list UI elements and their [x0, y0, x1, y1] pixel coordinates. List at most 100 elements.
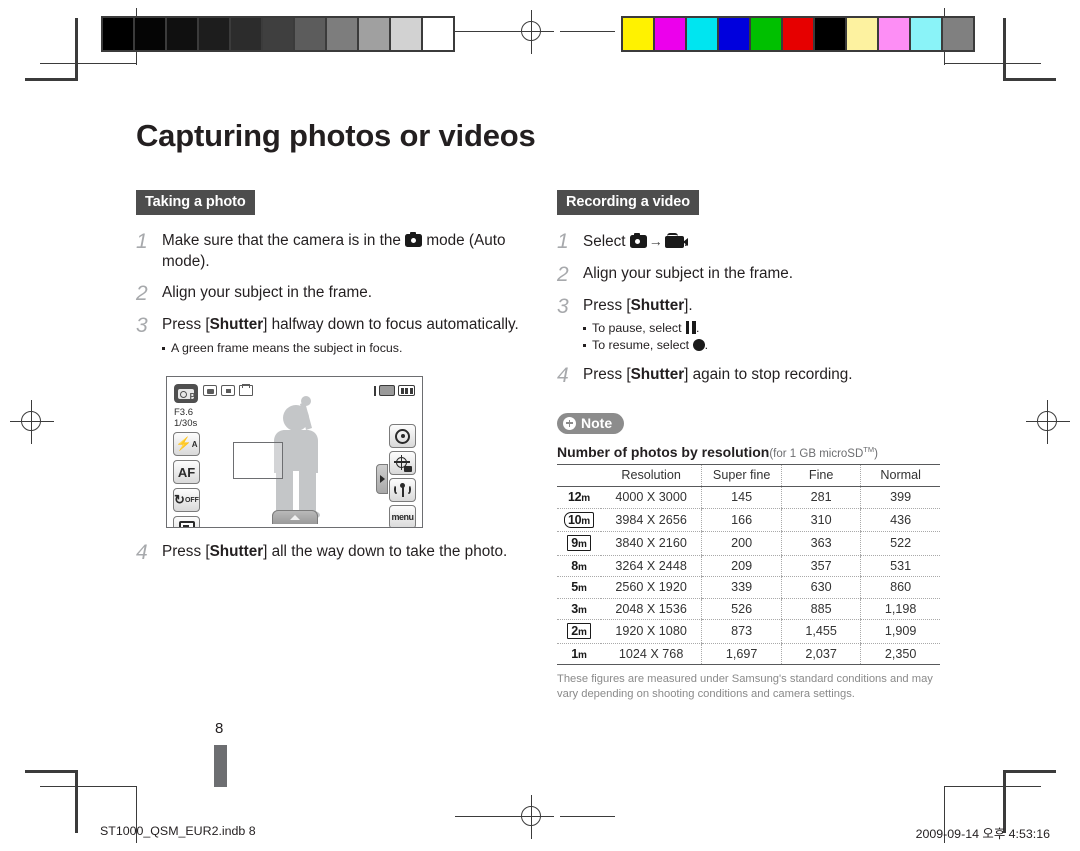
column-header-icon [557, 463, 601, 487]
sub-bullet-item: A green frame means the subject in focus… [162, 340, 521, 357]
footer-timestamp: 2009-09-14 오후 4:53:16 [915, 827, 1050, 841]
dial-button[interactable] [389, 424, 416, 448]
normal-count: 1,198 [860, 598, 940, 620]
step-number: 3 [136, 314, 148, 337]
focus-area-button[interactable] [389, 451, 416, 475]
shutter-speed-value: 1/30s [174, 418, 198, 429]
crop-mark-top-left-horizontal [25, 78, 78, 81]
table-row: 2m 1920 X 1080 873 1,455 1,909 [557, 619, 940, 644]
crop-mark-bottom-right-horizontal [1003, 770, 1056, 773]
table-row: 5m 2560 X 1920 339 630 860 [557, 576, 940, 599]
focus-icon [393, 454, 412, 472]
super-fine-count: 166 [701, 508, 782, 532]
grayscale-calibration-strip [101, 16, 455, 52]
step-text: Align your subject in the frame. [162, 284, 373, 301]
step-number: 1 [136, 230, 148, 253]
calibration-patch [911, 18, 943, 50]
registration-target-bottom [510, 795, 554, 839]
calibration-patch [135, 18, 167, 50]
resolution-icon-cell: 1m [557, 643, 601, 665]
registration-target-right [1026, 400, 1070, 444]
camcorder-icon [664, 233, 688, 248]
battery-icon [398, 385, 415, 396]
step-item: 3 Press [Shutter]. To pause, select . To… [557, 296, 942, 355]
step-text-prefix: Press [ [583, 296, 631, 314]
column-header-normal: Normal [860, 463, 940, 487]
trademark-mark: TM [863, 444, 875, 454]
table-row: 9m 3840 X 2160 200 363 522 [557, 531, 940, 556]
sub-bullet-item: To resume, select . [583, 337, 942, 354]
normal-count: 399 [860, 486, 940, 509]
camera-program-mode-icon: P [174, 384, 198, 403]
bullet-text-before: To resume, select [592, 338, 690, 352]
calibration-patch [295, 18, 327, 50]
step-text-after: ] halfway down to focus automatically. [263, 316, 519, 333]
resolution-icon-cell: 2m [557, 619, 601, 644]
table-row: 1m 1024 X 768 1,697 2,037 2,350 [557, 643, 940, 665]
super-fine-count: 873 [701, 619, 782, 644]
footer-filename: ST1000_QSM_EUR2.indb 8 [100, 824, 256, 838]
note-badge-label: Note [581, 415, 613, 431]
table-header-row: Resolution Super fine Fine Normal [557, 463, 940, 487]
step-number: 2 [136, 282, 148, 305]
dial-icon [395, 428, 410, 444]
record-dot-icon [692, 339, 705, 351]
resolution-value: 2560 X 1920 [600, 576, 702, 599]
page-title: Capturing photos or videos [136, 118, 536, 153]
fine-count: 2,037 [780, 643, 861, 665]
resolution-megapixel-icon: 1m [571, 646, 587, 661]
table-header: Resolution Super fine Fine Normal [557, 463, 940, 487]
resolution-megapixel-icon: 2m [567, 623, 591, 639]
calibration-patch [751, 18, 783, 50]
flash-button[interactable]: ⚡ A [173, 432, 200, 456]
step-text: Make sure that the camera is in the mode… [162, 231, 521, 272]
crop-mark-bottom-left-horizontal [25, 770, 78, 773]
sub-bullet-list: To pause, select . To resume, select . [583, 320, 942, 354]
crop-mark-bottom-right-inner-h [944, 786, 1041, 788]
resolution-megapixel-icon: 12m [567, 490, 590, 504]
column-header-super-fine: Super fine [701, 463, 782, 487]
super-fine-count: 526 [701, 598, 782, 620]
resolution-icon-cell: 10m [557, 508, 601, 532]
lcd-right-button-group: menu [389, 424, 416, 527]
panel-expand-tab[interactable] [376, 464, 388, 494]
display-button[interactable] [173, 516, 200, 527]
step-number: 4 [557, 364, 569, 387]
camera-icon [629, 232, 647, 248]
step-item: 4 Press [Shutter] again to stop recordin… [557, 365, 942, 386]
calibration-patch [943, 18, 973, 50]
table-body: 12m 4000 X 3000 145 281 399 10m 3984 X 2656 166… [557, 486, 940, 665]
section-header-recording-a-video: Recording a video [557, 190, 699, 215]
table-row: 8m 3264 X 2448 209 357 531 [557, 555, 940, 577]
step-text-before: Make sure that the camera is in the [162, 232, 401, 249]
bottom-expand-tab[interactable] [271, 510, 318, 524]
exposure-readout: F3.6 1/30s [174, 407, 197, 429]
crop-mark-top-right-vertical [1003, 18, 1006, 81]
timer-button[interactable]: ↻ OFF [173, 488, 200, 512]
registration-line-top-left [455, 31, 510, 33]
caption-sub-after: ) [874, 447, 878, 460]
resolution-icon-cell: 5m [557, 576, 601, 599]
step-number: 2 [557, 262, 569, 286]
calibration-patch [391, 18, 423, 50]
resolution-table: Resolution Super fine Fine Normal 12m 400… [557, 463, 940, 666]
calibration-patch [359, 18, 391, 50]
signal-button[interactable] [389, 478, 416, 502]
normal-count: 522 [860, 531, 940, 556]
taking-a-photo-steps: 1 Make sure that the camera is in the mo… [136, 231, 521, 357]
calibration-patch [423, 18, 453, 50]
step-text-prefix: Press [ [162, 543, 210, 560]
registration-line-bottom-left [455, 816, 510, 818]
fine-count: 357 [780, 555, 861, 577]
caption-sub-before: (for 1 GB microSD [769, 447, 864, 460]
step-text: Select →. [583, 231, 942, 253]
resolution-value: 1920 X 1080 [600, 619, 702, 644]
left-column-step-four: 4 Press [Shutter] all the way down to ta… [136, 542, 521, 574]
autofocus-button[interactable]: AF [173, 460, 200, 484]
menu-button[interactable]: menu [389, 505, 416, 527]
crop-mark-bottom-left-vertical [75, 770, 78, 833]
step-text: Press [Shutter] again to stop recording. [583, 365, 942, 386]
normal-count: 531 [860, 555, 940, 577]
page-number: 8 [215, 720, 224, 737]
calibration-patch [847, 18, 879, 50]
